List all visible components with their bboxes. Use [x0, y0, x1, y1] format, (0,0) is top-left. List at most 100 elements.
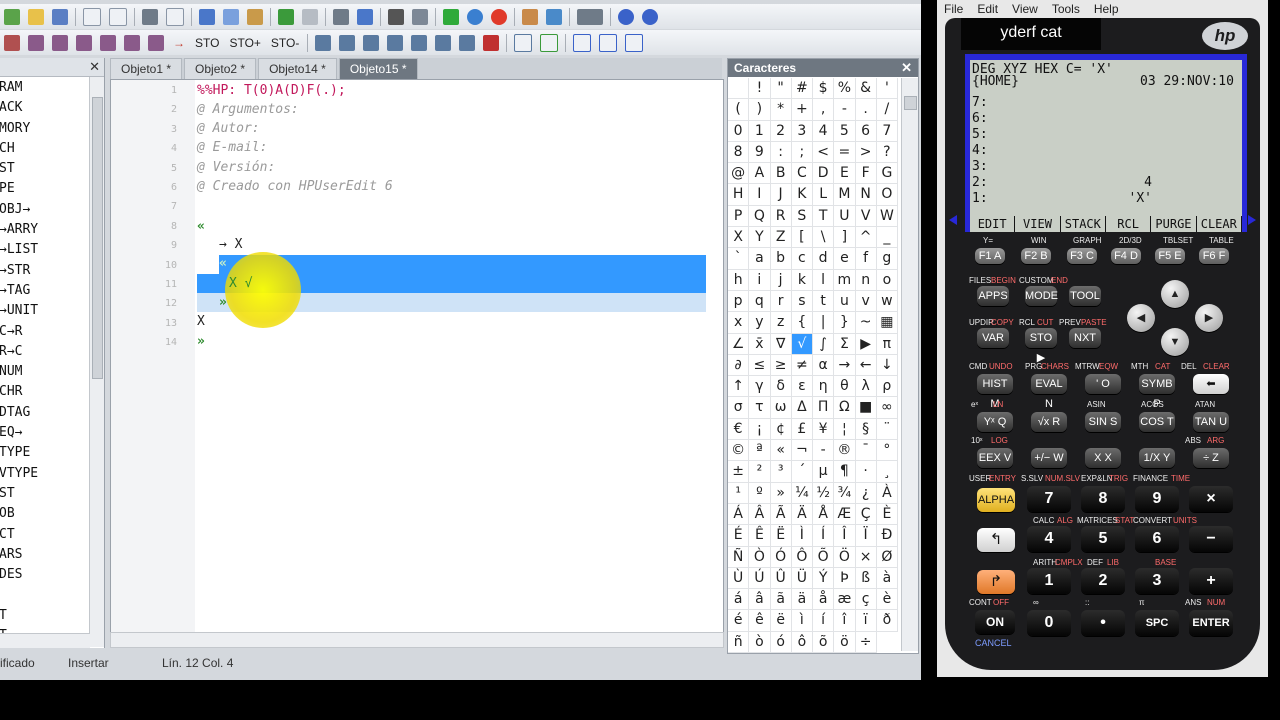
eex-key[interactable]: EEX V — [977, 448, 1013, 468]
command-item[interactable]: CH — [0, 139, 38, 159]
f4-key[interactable]: F4 D — [1111, 248, 1141, 264]
character-cell[interactable]: E — [834, 163, 856, 185]
key-5[interactable]: 5 — [1081, 526, 1125, 552]
command-item[interactable]: PE — [0, 179, 38, 199]
key-6[interactable]: 6 — [1135, 526, 1179, 552]
key-8[interactable]: 8 — [1081, 486, 1125, 512]
character-cell[interactable]: \ — [813, 227, 835, 249]
f6-key[interactable]: F6 F — [1199, 248, 1229, 264]
character-cell[interactable]: ≤ — [749, 354, 771, 377]
sto-minus-button[interactable]: STO- — [271, 36, 299, 50]
info-icon[interactable] — [642, 8, 658, 25]
local-icon[interactable] — [483, 34, 500, 51]
character-cell[interactable]: γ — [749, 376, 771, 398]
character-cell[interactable]: 6 — [855, 120, 877, 142]
character-cell[interactable]: ( — [728, 99, 750, 121]
character-cell[interactable]: ª — [749, 440, 771, 462]
character-cell[interactable]: ½ — [813, 482, 835, 504]
command-item[interactable]: ACK — [0, 98, 38, 118]
character-cell[interactable]: ~ — [855, 312, 877, 334]
if-icon[interactable] — [339, 34, 356, 51]
character-cell[interactable]: J — [770, 184, 792, 206]
character-cell[interactable]: f — [855, 248, 877, 270]
character-cell[interactable]: ç — [855, 589, 877, 611]
sqrt-icon[interactable] — [28, 34, 44, 51]
tools-icon[interactable] — [522, 8, 538, 25]
close-icon[interactable]: ✕ — [89, 59, 100, 75]
character-cell[interactable]: ß — [855, 567, 877, 590]
character-cell[interactable]: $ — [813, 78, 835, 100]
character-cell[interactable]: ↓ — [876, 354, 898, 377]
character-cell[interactable]: + — [791, 99, 813, 121]
character-cell[interactable]: Ý — [813, 567, 835, 590]
character-cell[interactable]: y — [749, 312, 771, 334]
save-icon[interactable] — [52, 8, 68, 25]
character-cell[interactable]: ρ — [876, 376, 898, 398]
command-item[interactable]: VTYPE — [0, 464, 38, 484]
character-cell[interactable]: r — [770, 290, 792, 313]
character-cell[interactable]: - — [834, 99, 856, 121]
character-cell[interactable]: 4 — [813, 120, 835, 142]
character-cell[interactable]: Û — [770, 567, 792, 590]
close-icon[interactable]: ✕ — [901, 59, 912, 77]
character-cell[interactable]: F — [855, 163, 877, 185]
command-item[interactable]: OB — [0, 504, 38, 524]
key-3[interactable]: 3 — [1135, 568, 1179, 594]
character-cell[interactable]: Ü — [791, 567, 813, 590]
insert-icon[interactable] — [4, 34, 20, 51]
hist-key[interactable]: HIST M — [977, 374, 1013, 410]
character-cell[interactable]: * — [770, 99, 792, 121]
character-cell[interactable]: Ê — [749, 525, 771, 547]
character-cell[interactable]: ≠ — [791, 354, 813, 377]
arrow-up-key[interactable]: ▲ — [1161, 280, 1189, 308]
apps-key[interactable]: APPS — [977, 286, 1009, 306]
character-cell[interactable]: ¦ — [834, 418, 856, 441]
eval-key[interactable]: EVAL N — [1031, 374, 1067, 410]
negate-key[interactable]: +/− W — [1031, 448, 1067, 468]
character-cell[interactable]: G — [876, 163, 898, 185]
character-cell[interactable]: m — [834, 269, 856, 291]
command-item[interactable]: ST — [0, 484, 38, 504]
command-item[interactable]: EQ→ — [0, 423, 38, 443]
sto-button[interactable]: STO — [195, 36, 219, 50]
character-cell[interactable]: © — [728, 440, 750, 462]
character-cell[interactable]: | — [813, 312, 835, 334]
character-cell[interactable]: § — [855, 418, 877, 441]
character-cell[interactable]: Ì — [791, 525, 813, 547]
character-cell[interactable]: x̄ — [749, 333, 771, 355]
tan-key[interactable]: TAN U — [1193, 412, 1229, 432]
character-cell[interactable]: : — [770, 141, 792, 164]
find-icon[interactable] — [333, 8, 349, 25]
character-cell[interactable]: o — [876, 269, 898, 291]
do-icon[interactable] — [411, 34, 428, 51]
code-editor[interactable]: 1 2 3 4 5 6 7 8 9 10 11 12 13 14 %%HP: T(0)A(D)F(.); … — [110, 79, 724, 634]
character-cell[interactable]: é — [728, 610, 750, 632]
character-cell[interactable]: € — [728, 418, 750, 441]
character-cell[interactable]: q — [749, 290, 771, 313]
lib-icon[interactable] — [148, 34, 164, 51]
command-item[interactable]: MORY — [0, 119, 38, 139]
character-cell[interactable]: å — [813, 589, 835, 611]
command-item[interactable]: CT — [0, 525, 38, 545]
character-cell[interactable]: £ — [791, 418, 813, 441]
print-icon[interactable] — [142, 8, 158, 25]
calculator-icon[interactable] — [388, 8, 404, 25]
on-key[interactable]: ON — [975, 610, 1015, 634]
character-cell[interactable]: _ — [876, 227, 898, 249]
right-shift-key[interactable]: ↱ — [977, 570, 1015, 594]
character-cell[interactable]: ∇ — [770, 333, 792, 355]
character-cell[interactable]: e — [834, 248, 856, 270]
character-cell[interactable]: µ — [813, 461, 835, 483]
start-icon[interactable] — [387, 34, 404, 51]
command-item[interactable]: RAM — [0, 78, 38, 98]
character-cell[interactable]: ¨ — [876, 418, 898, 441]
character-cell[interactable]: θ — [834, 376, 856, 398]
character-cell[interactable]: τ — [749, 397, 771, 419]
layout-icon[interactable] — [514, 33, 533, 52]
character-cell[interactable]: Z — [770, 227, 792, 249]
character-cell[interactable]: É — [728, 525, 750, 547]
character-cell[interactable]: → — [834, 354, 856, 377]
key-4[interactable]: 4 — [1027, 526, 1071, 552]
character-cell[interactable]: b — [770, 248, 792, 270]
character-cell[interactable]: T — [813, 205, 835, 228]
